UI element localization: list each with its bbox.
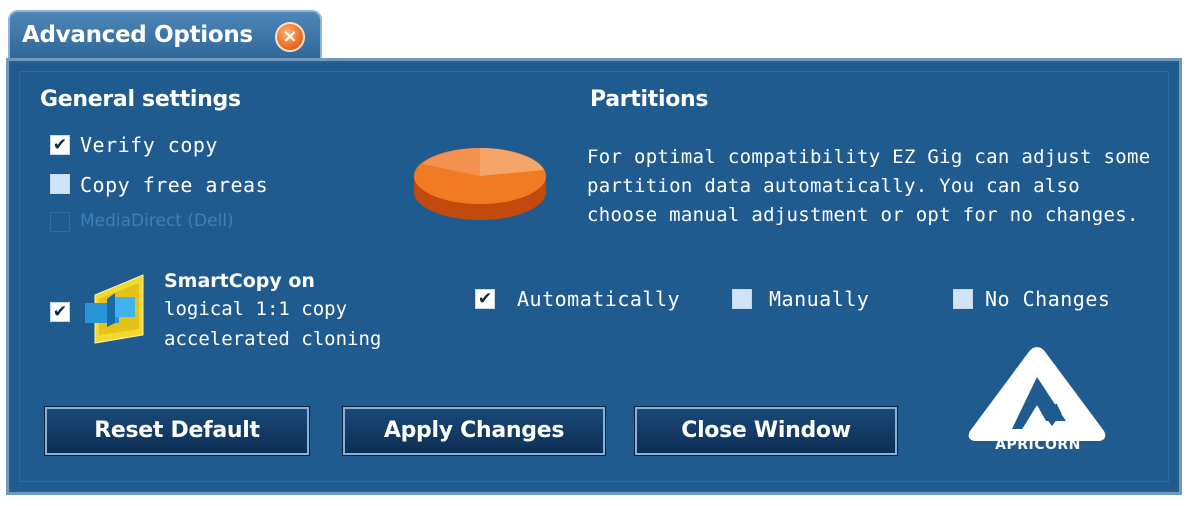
no-changes-label[interactable]: No Changes (985, 287, 1110, 311)
smartcopy-line-1: logical 1:1 copy (164, 298, 348, 320)
manually-checkbox[interactable] (732, 289, 752, 309)
apricorn-logo-text: APRICORN (995, 437, 1081, 453)
automatically-checkbox[interactable]: ✔ (475, 289, 495, 309)
reset-default-button[interactable]: Reset Default (44, 406, 310, 456)
copy-free-areas-checkbox[interactable] (50, 174, 70, 194)
no-changes-checkbox[interactable] (953, 289, 973, 309)
close-icon[interactable]: × (275, 22, 305, 52)
mediadirect-label: MediaDirect (Dell) (80, 211, 234, 231)
partitions-description: For optimal compatibility EZ Gig can adj… (587, 146, 1151, 226)
pie-chart-icon (414, 148, 546, 220)
smartcopy-icon (85, 274, 144, 344)
close-window-button[interactable]: Close Window (634, 406, 898, 456)
manually-label[interactable]: Manually (769, 287, 869, 311)
tab-title: Advanced Options (22, 22, 253, 48)
verify-copy-checkbox[interactable]: ✔ (50, 135, 70, 155)
automatically-label[interactable]: Automatically (517, 287, 680, 311)
advanced-options-tab[interactable]: Advanced Options × (8, 10, 322, 60)
smartcopy-line-2: accelerated cloning (164, 328, 382, 350)
verify-copy-label[interactable]: Verify copy (80, 133, 218, 157)
general-settings-heading: General settings (40, 87, 241, 112)
smartcopy-title: SmartCopy on (164, 270, 315, 292)
apply-changes-button[interactable]: Apply Changes (342, 406, 606, 456)
smartcopy-checkbox[interactable]: ✔ (50, 302, 70, 322)
mediadirect-checkbox (50, 212, 70, 232)
copy-free-areas-label[interactable]: Copy free areas (80, 173, 268, 197)
partitions-heading: Partitions (590, 87, 709, 112)
